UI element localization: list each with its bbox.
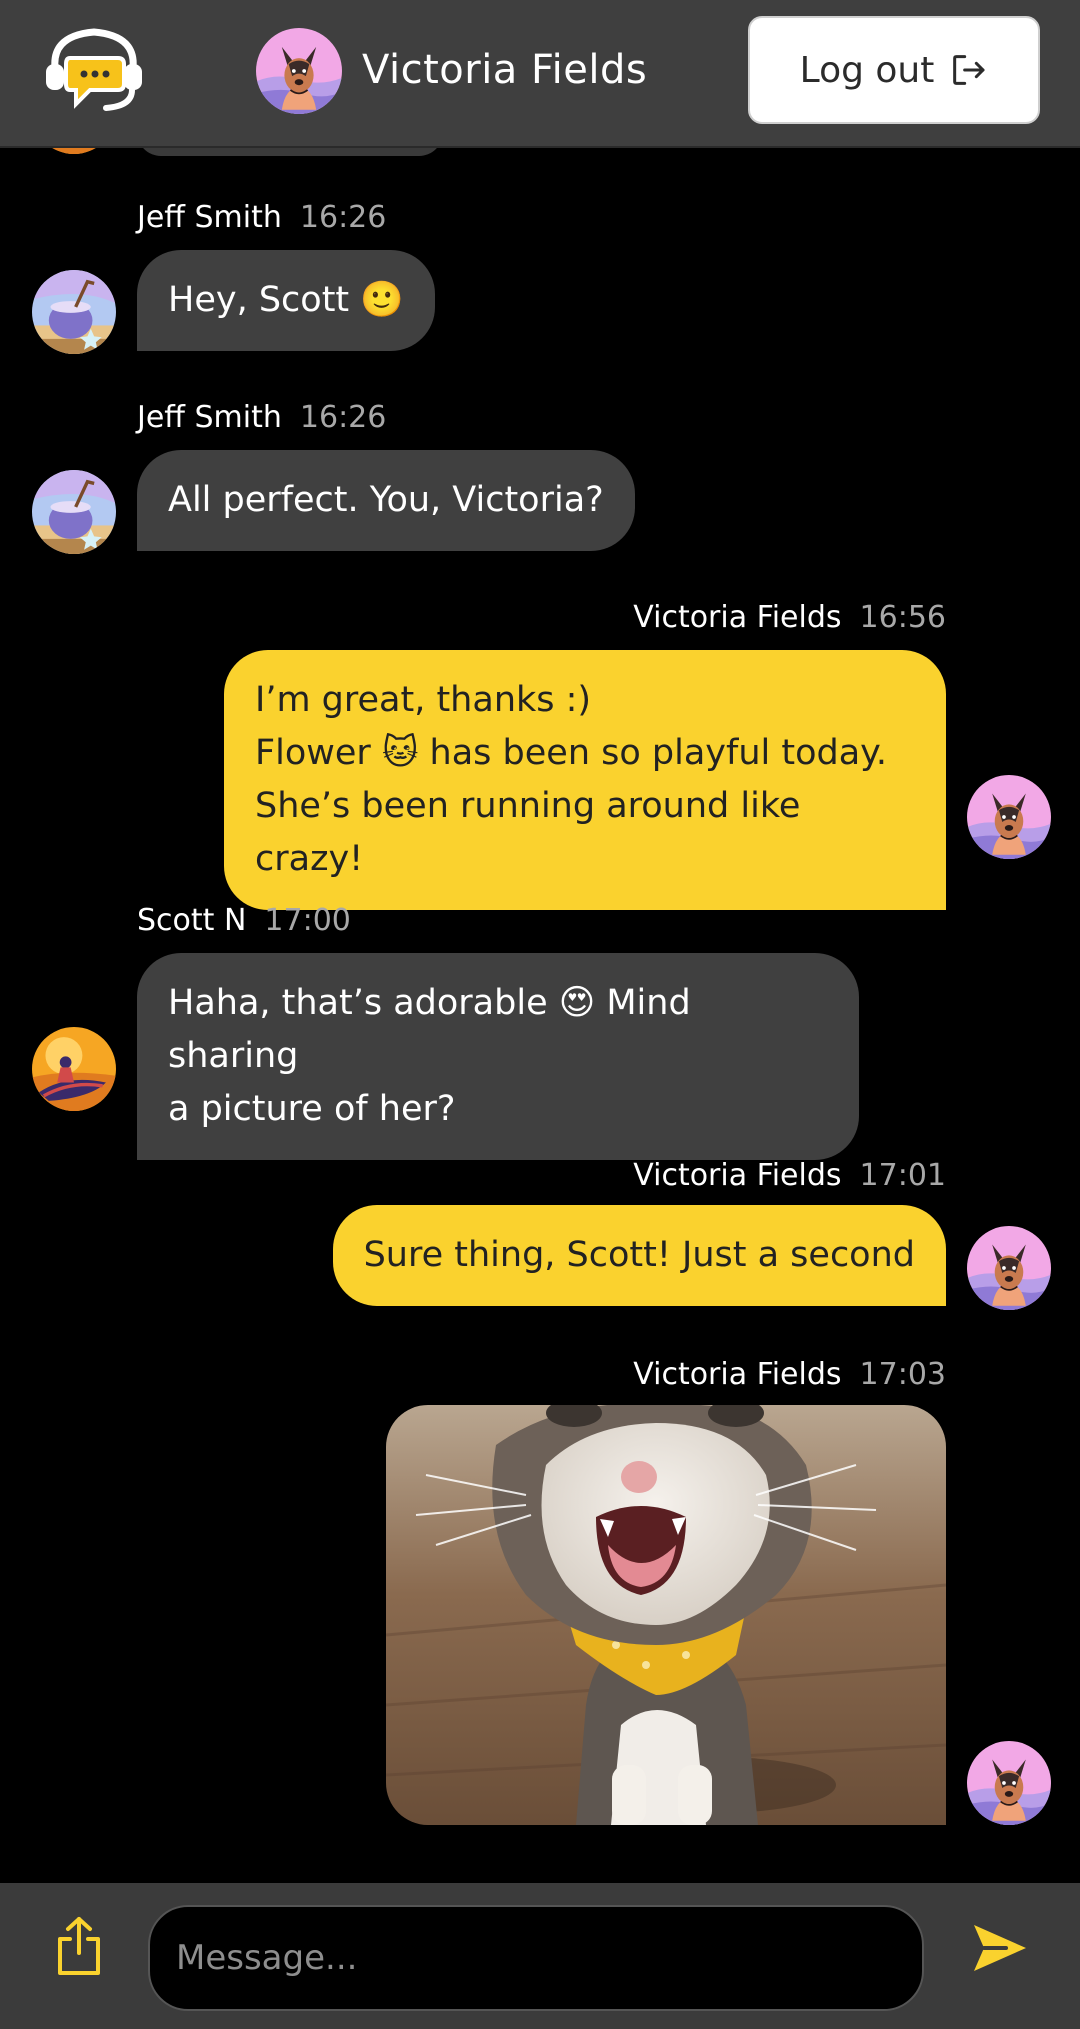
avatar [967, 775, 1051, 859]
message-meta: Victoria Fields 17:03 [633, 1355, 946, 1395]
logout-label: Log out [799, 49, 935, 91]
message-input[interactable] [148, 1905, 924, 2011]
top-bar: Victoria Fields Log out [0, 0, 1080, 148]
message-time: 17:01 [859, 1158, 946, 1193]
message-composer [0, 1883, 1080, 2029]
cat-photo-attachment[interactable] [386, 1405, 946, 1825]
message-bubble: Hey, Scott 🙂 [137, 250, 435, 351]
avatar [967, 1226, 1051, 1310]
message-time: 17:00 [264, 903, 351, 938]
current-user-avatar [256, 28, 342, 114]
message-bubble: All perfect. You, Victoria? [137, 450, 635, 551]
message-bubble: Haha, that’s adorable 😍 Mind sharing a p… [137, 953, 859, 1160]
avatar [32, 148, 116, 154]
support-chat-logo-icon[interactable] [40, 22, 148, 118]
message-meta: Jeff Smith 16:26 [137, 398, 386, 438]
sender-name: Jeff Smith [137, 400, 282, 435]
avatar [967, 1741, 1051, 1825]
send-arrow-icon[interactable] [970, 1919, 1028, 1977]
message-meta: Victoria Fields 17:01 [633, 1156, 946, 1196]
sender-name: Jeff Smith [137, 200, 282, 235]
sender-name: Victoria Fields [633, 1158, 842, 1193]
message-list[interactable]: Jeff Smith 16:26 Hey, Scott 🙂 Jeff Smith 1… [0, 148, 1080, 1883]
sender-name: Victoria Fields [633, 600, 842, 635]
logout-button[interactable]: Log out [748, 16, 1040, 124]
message-bubble [137, 148, 443, 156]
avatar [32, 270, 116, 354]
message-bubble: I’m great, thanks :) Flower 🐱 has been s… [224, 650, 946, 910]
sender-name: Victoria Fields [633, 1357, 842, 1392]
message-time: 16:26 [299, 400, 387, 435]
message-meta: Jeff Smith 16:26 [137, 198, 386, 238]
avatar [32, 470, 116, 554]
sender-name: Scott N [137, 903, 247, 938]
message-bubble: Sure thing, Scott! Just a second [332, 1205, 946, 1306]
message-time: 17:03 [859, 1357, 946, 1392]
message-time: 16:56 [859, 600, 946, 635]
current-user-name: Victoria Fields [362, 47, 648, 93]
avatar [32, 1027, 116, 1111]
message-meta: Victoria Fields 16:56 [633, 598, 946, 638]
logout-icon [953, 55, 985, 85]
message-time: 16:26 [299, 200, 387, 235]
share-upload-icon[interactable] [54, 1915, 104, 1977]
message-meta: Scott N 17:00 [137, 901, 351, 941]
